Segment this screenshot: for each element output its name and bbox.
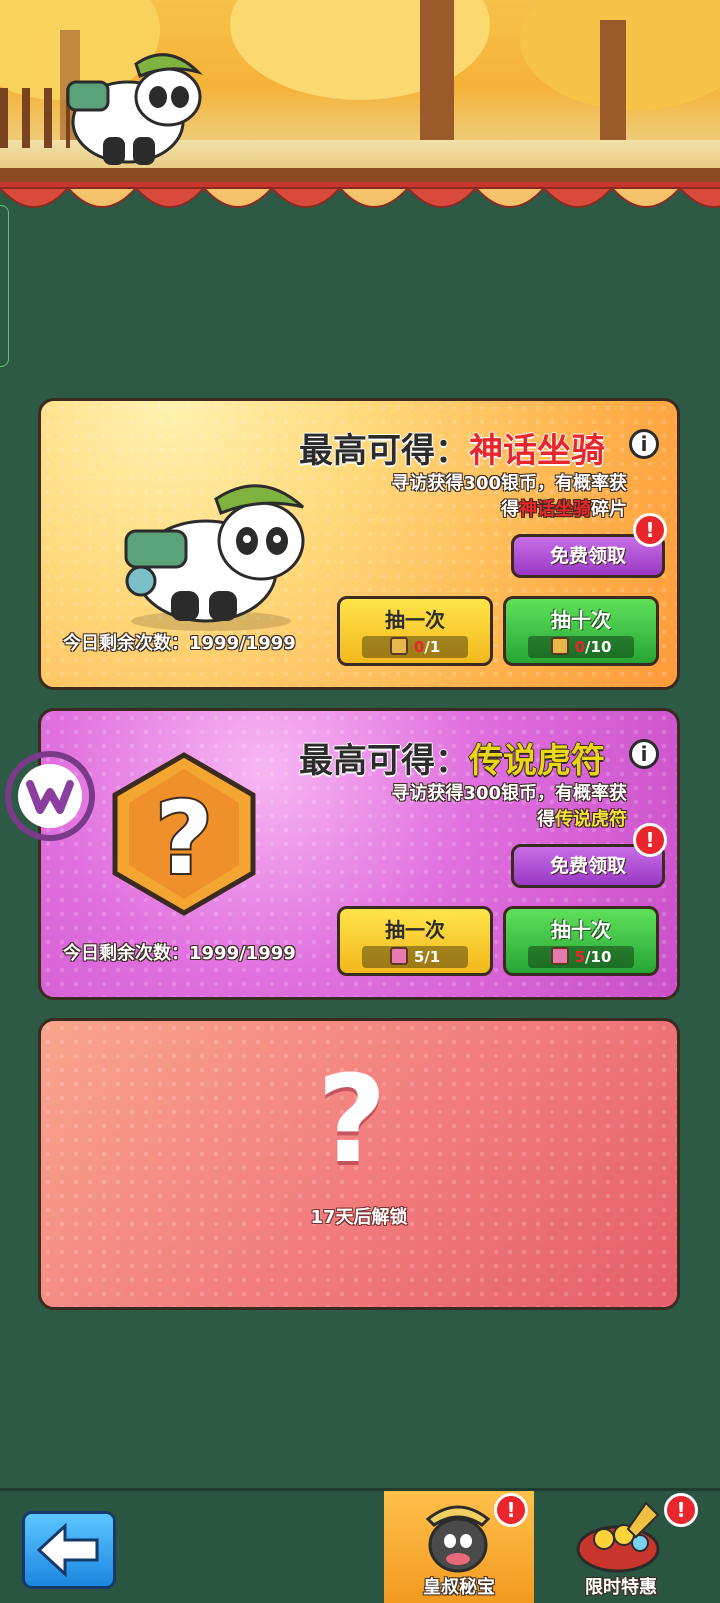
- info-icon[interactable]: i: [629, 429, 659, 459]
- ticket-icon: [550, 637, 569, 655]
- tiger-tally-ticket-icon: [389, 947, 408, 965]
- panda-mount-icon: [124, 484, 305, 631]
- treasure-pot-icon: [576, 1501, 660, 1573]
- alert-badge-icon: !: [494, 1493, 528, 1527]
- panda-character-icon: [66, 53, 204, 165]
- draw-card-locked: ? 17天后解锁: [38, 1018, 680, 1310]
- draw-card-legendary-tally: 最高可得：传说虎符 i 寻访获得300银币，有概率获 得传说虎符 ? 免费领取 …: [38, 708, 680, 1000]
- alert-badge-icon: !: [633, 513, 667, 547]
- remaining-count: 今日剩余次数：1999/1999: [63, 633, 296, 654]
- floating-w-logo[interactable]: [2, 748, 98, 844]
- back-arrow-icon: [36, 1522, 99, 1578]
- bottom-bar: ! 皇叔秘宝 ! 限时特惠: [0, 1488, 720, 1603]
- info-icon[interactable]: i: [629, 739, 659, 769]
- unlock-countdown: 17天后解锁: [310, 1207, 408, 1228]
- tab-uncle-treasure[interactable]: ! 皇叔秘宝: [384, 1491, 534, 1603]
- alert-badge-icon: !: [633, 823, 667, 857]
- ticket-icon: [389, 637, 408, 655]
- draw-ten-button[interactable]: 抽十次 0/10: [503, 596, 659, 666]
- draw-card-mythic-mount: 最高可得：神话坐骑 i 寻访获得300银币，有概率获 得神话坐骑碎片 免费领取 …: [38, 398, 680, 690]
- draw-once-button[interactable]: 抽一次 5/1: [337, 906, 493, 976]
- remaining-count: 今日剩余次数：1999/1999: [63, 943, 296, 964]
- card-title: 最高可得：神话坐骑: [299, 431, 605, 471]
- alert-badge-icon: !: [664, 1493, 698, 1527]
- top-banner: [0, 0, 720, 190]
- awning-decoration: [0, 182, 720, 208]
- card-description: 寻访获得300银币，有概率获 得传说虎符: [391, 783, 627, 830]
- draw-ten-button[interactable]: 抽十次 5/10: [503, 906, 659, 976]
- side-panel-tab[interactable]: [0, 205, 9, 367]
- card-title: 最高可得：传说虎符: [299, 741, 605, 781]
- question-mark-icon: ?: [317, 1051, 387, 1190]
- draw-once-button[interactable]: 抽一次 0/1: [337, 596, 493, 666]
- back-button[interactable]: [22, 1511, 116, 1589]
- uncle-character-icon: [425, 1505, 491, 1573]
- tiger-tally-ticket-icon: [550, 947, 569, 965]
- card-description: 寻访获得300银币，有概率获 得神话坐骑碎片: [391, 473, 627, 520]
- mystery-hexagon-icon: ?: [112, 752, 256, 916]
- tab-limited-offer[interactable]: ! 限时特惠: [546, 1491, 698, 1603]
- svg-text:?: ?: [155, 780, 213, 897]
